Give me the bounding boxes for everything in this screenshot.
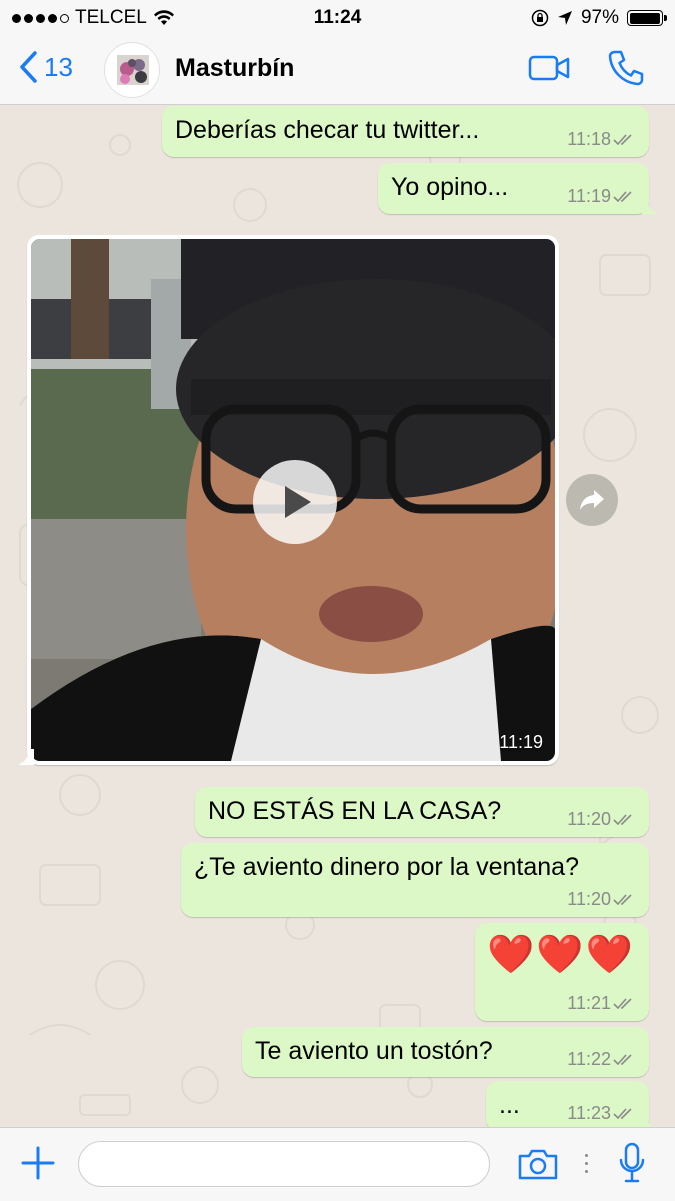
status-bar: TELCEL 11:24 97% <box>0 0 675 34</box>
message-bubble[interactable]: ¿Te aviento dinero por la ventana? 11:20 <box>181 843 649 917</box>
phone-icon <box>608 50 644 86</box>
unread-count: 13 <box>44 51 73 82</box>
composer-bar <box>0 1127 675 1201</box>
message-meta: 11:19 <box>567 186 637 207</box>
message-bubble[interactable]: Deberías checar tu twitter... 11:18 <box>162 106 649 157</box>
message-meta: 11:20 <box>567 809 637 830</box>
message-input[interactable] <box>78 1141 490 1187</box>
video-message[interactable]: 11:19 <box>18 235 559 765</box>
more-dots-icon <box>585 1154 588 1173</box>
message-text: Deberías checar tu twitter... <box>175 116 480 144</box>
message-meta: 11:23 <box>567 1103 637 1124</box>
play-icon <box>285 486 311 518</box>
read-checkmarks-icon <box>613 893 632 905</box>
bubble-tail <box>18 749 34 765</box>
message-time: 11:22 <box>567 1049 611 1069</box>
read-checkmarks-icon <box>613 190 632 202</box>
chat-header: 13 Masturbín <box>0 34 675 105</box>
message-meta: 11:20 <box>567 889 637 910</box>
back-button[interactable]: 13 <box>18 50 73 84</box>
battery-icon <box>627 10 667 26</box>
read-checkmarks-icon <box>613 1107 632 1119</box>
message-time: 11:20 <box>567 809 611 829</box>
message-text: Yo opino... <box>391 173 509 201</box>
chat-area[interactable]: Deberías checar tu twitter... 11:18 Yo o… <box>0 105 675 1127</box>
voice-call-button[interactable] <box>606 48 646 93</box>
message-text: NO ESTÁS EN LA CASA? <box>208 797 502 825</box>
read-checkmarks-icon <box>613 813 632 825</box>
message-meta: 11:21 <box>567 993 637 1014</box>
message-time: 11:18 <box>567 129 611 149</box>
microphone-button[interactable] <box>618 1142 646 1189</box>
message-meta: 11:22 <box>567 1049 637 1070</box>
video-time: 11:19 <box>499 732 543 752</box>
message-text: Te aviento un tostón? <box>255 1037 493 1065</box>
bubble-tail <box>642 1115 652 1127</box>
message-bubble[interactable]: ... 11:23 <box>486 1081 652 1127</box>
read-checkmarks-icon <box>613 133 632 145</box>
video-call-button[interactable] <box>528 48 570 93</box>
video-camera-icon <box>528 55 570 81</box>
bubble-tail <box>642 198 658 214</box>
message-meta: 11:18 <box>567 129 637 150</box>
orientation-lock-icon <box>531 9 549 27</box>
message-time: 11:20 <box>567 889 611 909</box>
forward-button[interactable] <box>566 474 618 526</box>
message-bubble[interactable]: ❤️❤️❤️ 11:21 <box>475 923 649 1021</box>
location-arrow-icon <box>557 11 572 25</box>
message-bubble[interactable]: NO ESTÁS EN LA CASA? 11:20 <box>195 787 649 837</box>
camera-icon <box>518 1149 558 1180</box>
message-bubble[interactable]: Te aviento un tostón? 11:22 <box>242 1027 649 1077</box>
avatar[interactable] <box>104 42 160 98</box>
attach-button[interactable] <box>20 1145 56 1186</box>
play-button[interactable] <box>253 460 337 544</box>
message-time: 11:21 <box>567 993 611 1013</box>
read-checkmarks-icon <box>613 1053 632 1065</box>
message-text: ¿Te aviento dinero por la ventana? <box>194 853 579 881</box>
plus-icon <box>21 1146 55 1180</box>
chevron-left-icon <box>20 51 37 83</box>
message-time: 11:23 <box>567 1103 611 1123</box>
status-right-group: 97% <box>531 7 667 29</box>
share-arrow-icon <box>580 490 604 510</box>
microphone-icon <box>619 1142 645 1183</box>
video-thumbnail[interactable]: 11:19 <box>31 239 555 761</box>
battery-percent: 97% <box>580 7 619 28</box>
message-bubble[interactable]: Yo opino... 11:19 <box>378 163 658 214</box>
message-text: ❤️❤️❤️ <box>487 934 635 976</box>
contact-name[interactable]: Masturbín <box>175 54 294 83</box>
camera-button[interactable] <box>517 1147 559 1186</box>
read-checkmarks-icon <box>613 997 632 1009</box>
message-text: ... <box>499 1091 520 1119</box>
message-time: 11:19 <box>567 186 611 206</box>
